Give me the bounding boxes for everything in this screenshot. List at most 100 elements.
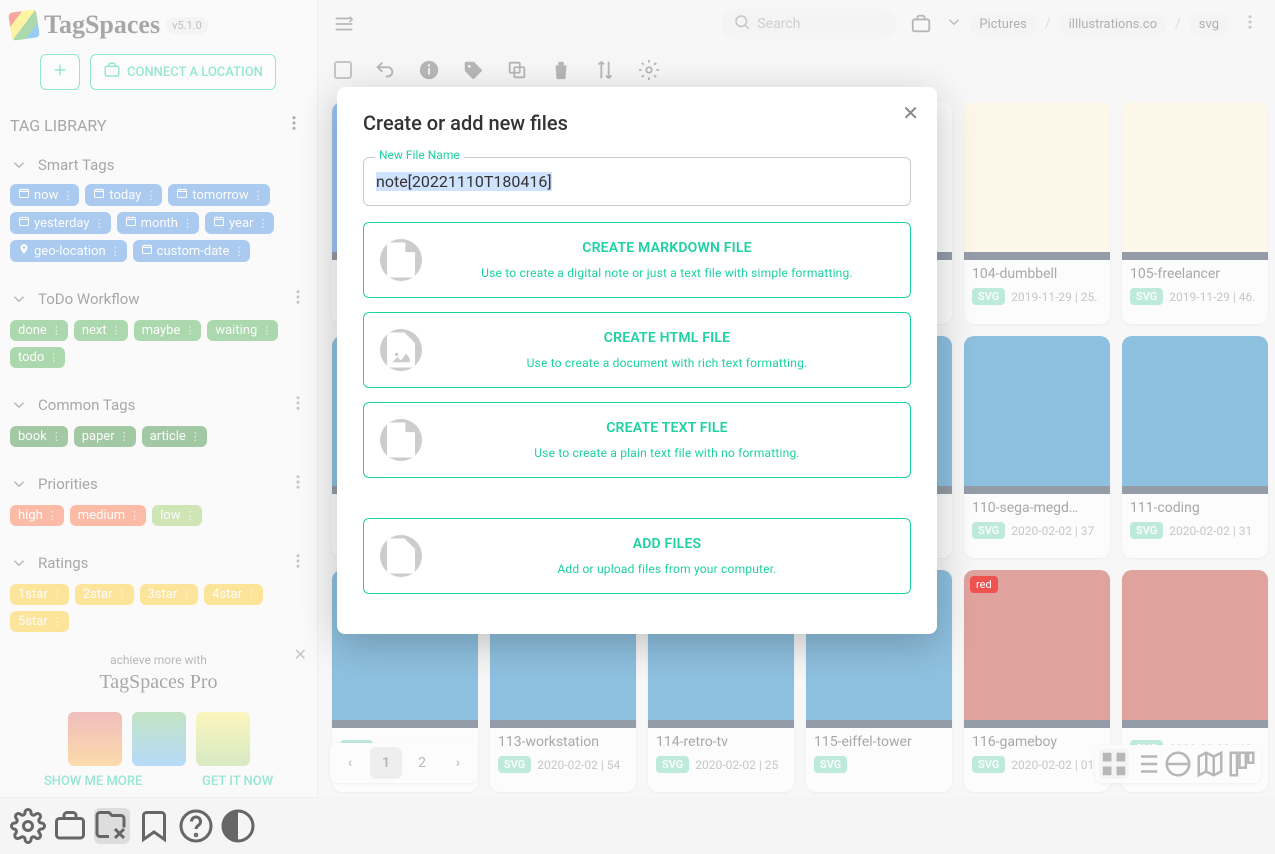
tag-icon[interactable] [462,59,484,81]
create-option[interactable]: ADD FILESAdd or upload files from your c… [363,518,911,594]
tag-chip[interactable]: todo⋮ [10,347,65,368]
help-icon[interactable] [178,808,214,844]
page-prev-button[interactable]: ‹ [334,747,366,779]
tag-chip[interactable]: geo-location⋮ [10,240,127,262]
search-input[interactable]: Search [721,9,897,39]
tag-chip[interactable]: done⋮ [10,320,68,341]
tag-chip[interactable]: now⋮ [10,184,79,206]
tag-chip[interactable]: 2star⋮ [75,584,134,605]
tag-label: low [160,508,180,523]
tag-label: year [229,216,253,231]
file-card[interactable]: 111-codingSVG2020-02-02 | 31 [1122,336,1268,558]
tag-chip[interactable]: medium⋮ [70,505,146,526]
page-number[interactable]: 2 [406,747,438,779]
locations-icon[interactable] [52,808,88,844]
file-card[interactable]: 116-gameboySVG2020-02-02 | 01 [964,570,1110,792]
sort-icon[interactable] [594,59,616,81]
page-next-button[interactable]: › [442,747,474,779]
chevron-down-icon[interactable] [945,13,959,35]
tag-chip[interactable]: article⋮ [142,426,207,447]
create-option[interactable]: CREATE MARKDOWN FILEUse to create a digi… [363,222,911,298]
breadcrumb-item[interactable]: svg [1189,13,1229,36]
tag-section-header[interactable]: Smart Tags [10,148,307,182]
connect-location-button[interactable]: CONNECT A LOCATION [90,54,276,90]
filename-field[interactable]: New File Name note[20221110T180416] [363,157,911,206]
option-description: Use to create a plain text file with no … [440,446,894,460]
gear-icon[interactable] [638,59,660,81]
tag-chip[interactable]: custom-date⋮ [133,240,251,262]
option-icon [380,535,422,577]
breadcrumb-item[interactable]: Pictures [969,13,1036,36]
tag-chip[interactable]: paper⋮ [74,426,136,447]
tag-chip[interactable]: tomorrow⋮ [168,184,269,206]
grid-view-icon[interactable] [1099,749,1129,779]
file-meta: SVG2020-02-02 | 54 [490,752,636,781]
file-meta-text: 2020-02-02 | 01 [1011,758,1094,772]
promo-show-more-link[interactable]: SHOW ME MORE [44,774,143,789]
tag-chip[interactable]: 5star⋮ [10,611,69,632]
page-number[interactable]: 1 [370,747,402,779]
section-more-icon[interactable] [289,552,307,574]
toggle-sidebar-icon[interactable] [330,10,358,38]
tag-section-header[interactable]: Ratings [10,544,307,582]
tag-chip[interactable]: waiting⋮ [207,320,278,341]
theme-toggle-icon[interactable] [220,808,256,844]
tag-library-icon[interactable] [94,808,130,844]
tag-section-header[interactable]: ToDo Workflow [10,280,307,318]
file-thumbnail [964,336,1110,486]
file-title: 104-dumbbell [964,260,1110,284]
kanban-view-icon[interactable] [1227,749,1257,779]
map-view-icon[interactable] [1195,749,1225,779]
section-more-icon[interactable] [289,288,307,310]
copy-icon[interactable] [506,59,528,81]
delete-icon[interactable] [550,59,572,81]
location-menu-icon[interactable] [907,10,935,38]
promo-close-button[interactable]: ✕ [294,645,307,664]
create-option[interactable]: CREATE HTML FILEUse to create a document… [363,312,911,388]
section-more-icon[interactable] [289,394,307,416]
tag-icon [213,215,225,231]
dialog-close-button[interactable]: ✕ [902,101,919,125]
breadcrumb-item[interactable]: illlustrations.co [1059,13,1167,36]
back-icon[interactable] [374,59,396,81]
tag-label: high [18,508,43,523]
file-card[interactable]: 110-sega-megd…SVG2020-02-02 | 37 [964,336,1110,558]
library-more-icon[interactable] [285,114,303,136]
info-icon[interactable] [418,59,440,81]
tag-chip[interactable]: month⋮ [117,212,199,234]
tag-grip-icon: ⋮ [111,324,120,337]
file-card[interactable]: 105-freelancerSVG2019-11-29 | 46. [1122,102,1268,324]
tag-chip[interactable]: next⋮ [74,320,128,341]
new-button[interactable] [40,54,80,90]
tag-section-header[interactable]: Priorities [10,465,307,503]
tag-chip[interactable]: high⋮ [10,505,64,526]
bookmarks-icon[interactable] [136,808,172,844]
app-header: TagSpaces v5.1.0 [0,0,317,44]
tag-chip[interactable]: maybe⋮ [134,320,202,341]
tag-chip[interactable]: yesterday⋮ [10,212,111,234]
thumbnail-footer-strip [964,720,1110,728]
tag-chip[interactable]: 1star⋮ [10,584,69,605]
tag-chip[interactable]: today⋮ [85,184,162,206]
tag-grip-icon: ⋮ [62,189,71,202]
promo-get-now-link[interactable]: GET IT NOW [202,774,273,789]
file-card[interactable]: 104-dumbbellSVG2019-11-29 | 25. [964,102,1110,324]
create-option[interactable]: CREATE TEXT FILEUse to create a plain te… [363,402,911,478]
section-more-icon[interactable] [289,473,307,495]
tag-label: done [18,323,47,338]
tag-chip[interactable]: 4star⋮ [204,584,263,605]
file-meta: SVG2020-02-02 | 25 [648,752,794,781]
settings-icon[interactable] [10,808,46,844]
select-all-checkbox[interactable] [334,61,352,79]
tag-chip[interactable]: low⋮ [152,505,201,526]
breadcrumb-more-icon[interactable] [1237,13,1263,35]
lens-view-icon[interactable] [1163,749,1193,779]
create-file-dialog: ✕ Create or add new files New File Name … [337,87,937,634]
tag-grip-icon: ⋮ [119,430,128,443]
list-view-icon[interactable] [1131,749,1161,779]
section-title: Common Tags [38,396,135,414]
tag-chip[interactable]: year⋮ [205,212,274,234]
tag-chip[interactable]: book⋮ [10,426,68,447]
tag-section-header[interactable]: Common Tags [10,386,307,424]
tag-chip[interactable]: 3star⋮ [140,584,199,605]
